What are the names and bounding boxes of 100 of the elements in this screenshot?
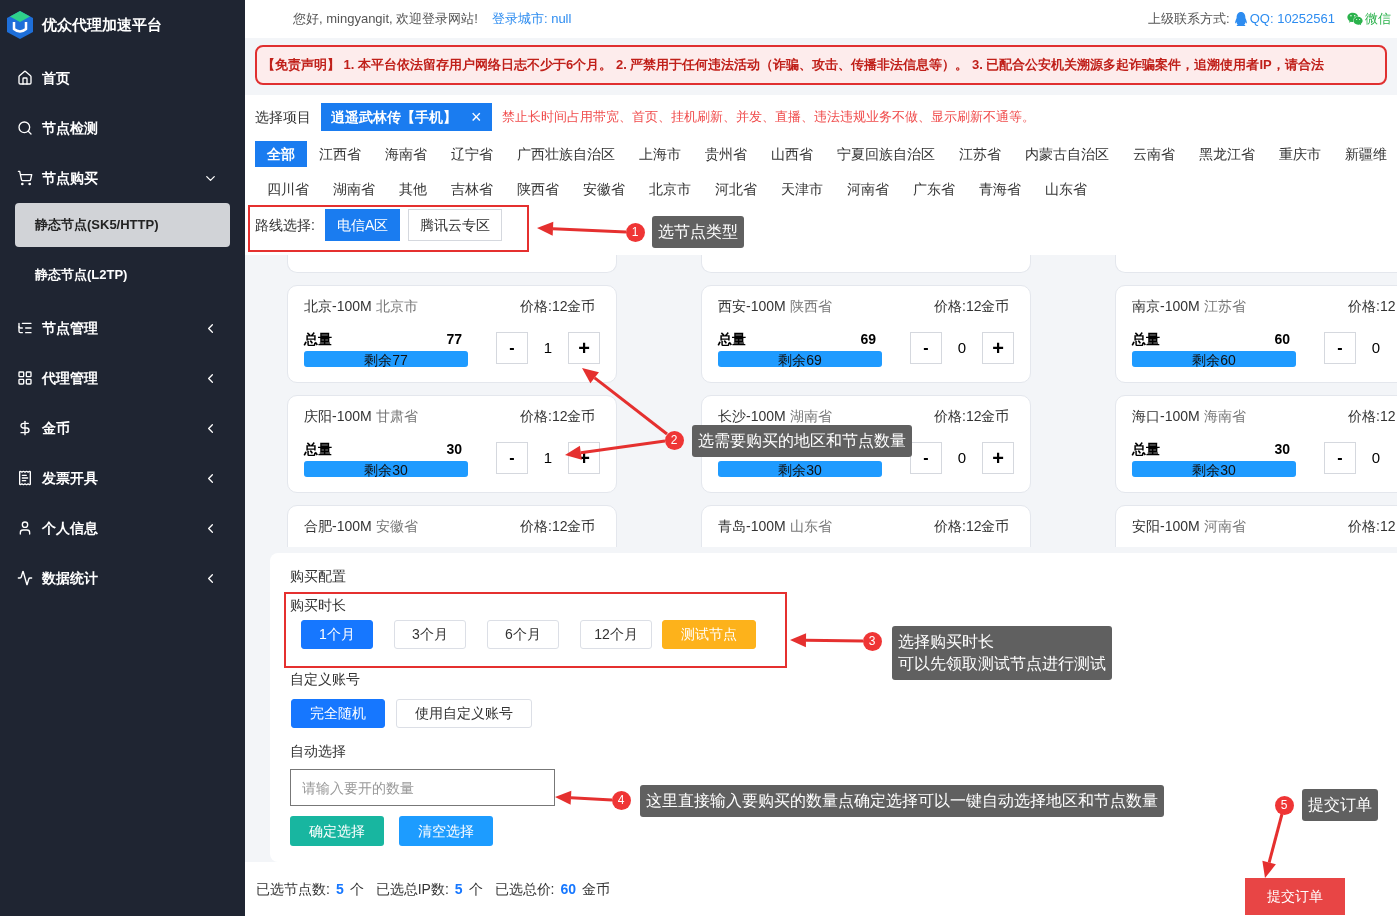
- arrow: [1262, 813, 1284, 878]
- node-region: 安徽省: [375, 517, 418, 536]
- decrement-button[interactable]: -: [910, 442, 942, 474]
- section-title: 购买配置: [290, 567, 347, 586]
- region-chip[interactable]: 江苏省: [947, 141, 1013, 167]
- region-chip[interactable]: 河南省: [835, 176, 901, 202]
- summary-unit: 个: [468, 879, 483, 899]
- total-value: 30: [1274, 440, 1290, 459]
- total-value: 30: [446, 440, 462, 459]
- route-label: 路线选择:: [255, 215, 315, 235]
- region-chip[interactable]: 四川省: [255, 176, 321, 202]
- node-region: 河南省: [1203, 517, 1246, 536]
- decrement-button[interactable]: -: [496, 442, 528, 474]
- increment-button[interactable]: +: [982, 332, 1014, 364]
- summary-value: 60: [560, 879, 577, 899]
- account-option[interactable]: 使用自定义账号: [396, 699, 532, 728]
- sidebar-item[interactable]: 节点购买: [0, 153, 245, 203]
- region-chip[interactable]: 贵州省: [693, 141, 759, 167]
- user-icon: [17, 520, 33, 536]
- summary-label: 已选总IP数:: [375, 879, 449, 899]
- region-chip[interactable]: 海南省: [373, 141, 439, 167]
- region-chip[interactable]: 吉林省: [439, 176, 505, 202]
- sidebar-item[interactable]: 发票开具: [0, 453, 245, 503]
- project-notice: 禁止长时间占用带宽、首页、挂机刷新、并发、直播、违法违规业务不做、显示刷新不通等。: [501, 108, 1035, 127]
- region-chip[interactable]: 青海省: [967, 176, 1033, 202]
- region-chip[interactable]: 陕西省: [505, 176, 571, 202]
- sidebar-item[interactable]: 节点检测: [0, 103, 245, 153]
- region-chip[interactable]: 宁夏回族自治区: [825, 141, 947, 167]
- increment-button[interactable]: +: [982, 442, 1014, 474]
- node-title: 安阳-100M: [1132, 517, 1200, 536]
- region-chip[interactable]: 广西壮族自治区: [505, 141, 627, 167]
- region-chip[interactable]: 湖南省: [321, 176, 387, 202]
- submenu-item[interactable]: 静态节点(L2TP): [15, 253, 230, 297]
- region-chip[interactable]: 山西省: [759, 141, 825, 167]
- summary-label: 已选总价:: [494, 879, 555, 899]
- route-option[interactable]: 腾讯云专区: [408, 209, 503, 241]
- penguin-icon: [1233, 12, 1248, 26]
- quantity-value: 0: [1370, 337, 1382, 358]
- region-chip[interactable]: 其他: [387, 176, 439, 202]
- region-chip[interactable]: 重庆市: [1267, 141, 1333, 167]
- account-option[interactable]: 完全随机: [291, 699, 385, 728]
- region-chip[interactable]: 安徽省: [571, 176, 637, 202]
- region-chip[interactable]: 山东省: [1033, 176, 1099, 202]
- quantity-value: 1: [542, 337, 554, 358]
- region-chip[interactable]: 江西省: [307, 141, 373, 167]
- node-region: 江苏省: [1203, 297, 1246, 316]
- region-chip[interactable]: 全部: [255, 141, 307, 167]
- callout-label: 这里直接输入要购买的数量点确定选择可以一键自动选择地区和节点数量: [640, 785, 1164, 817]
- duration-option[interactable]: 1个月: [301, 620, 373, 649]
- summary-unit: 个: [349, 879, 364, 899]
- node-region: 海南省: [1203, 407, 1246, 426]
- quantity-value: 0: [956, 337, 968, 358]
- region-chip[interactable]: 广东省: [901, 176, 967, 202]
- submit-order-button[interactable]: 提交订单: [1245, 877, 1345, 915]
- node-price: 价格:12金币: [934, 407, 1011, 426]
- qq-contact[interactable]: QQ: 10252561: [1249, 9, 1335, 29]
- region-chip[interactable]: 北京市: [637, 176, 703, 202]
- region-chip[interactable]: 河北省: [703, 176, 769, 202]
- decrement-button[interactable]: -: [910, 332, 942, 364]
- duration-option[interactable]: 12个月: [580, 620, 652, 649]
- callout-label: 选择购买时长 可以先领取测试节点进行测试: [892, 626, 1112, 680]
- callout-label: 选需要购买的地区和节点数量: [692, 425, 912, 457]
- project-tag[interactable]: 逍遥武林传【手机】 ×: [321, 103, 492, 131]
- sidebar-item[interactable]: 首页: [0, 53, 245, 103]
- quantity-input[interactable]: 请输入要开的数量: [290, 769, 555, 806]
- submenu-item[interactable]: 静态节点(SK5/HTTP): [15, 203, 230, 247]
- increment-button[interactable]: +: [568, 332, 600, 364]
- region-chip[interactable]: 黑龙江省: [1187, 141, 1267, 167]
- duration-option[interactable]: 6个月: [487, 620, 559, 649]
- sidebar-item[interactable]: 金币: [0, 403, 245, 453]
- total-label: 总量: [1132, 330, 1160, 349]
- node-title: 长沙-100M: [718, 407, 786, 426]
- region-chip[interactable]: 内蒙古自治区: [1013, 141, 1121, 167]
- decrement-button[interactable]: -: [1324, 442, 1356, 474]
- decrement-button[interactable]: -: [1324, 332, 1356, 364]
- grid-icon: [17, 370, 33, 386]
- node-price: 价格:12金币: [934, 297, 1011, 316]
- total-value: 60: [1274, 330, 1290, 349]
- region-chip[interactable]: 上海市: [627, 141, 693, 167]
- node-title: 合肥-100M: [304, 517, 372, 536]
- login-city-link[interactable]: 登录城市: null: [491, 9, 572, 29]
- route-option[interactable]: 电信A区: [324, 209, 401, 241]
- region-chip[interactable]: 辽宁省: [439, 141, 505, 167]
- duration-option[interactable]: 3个月: [394, 620, 466, 649]
- decrement-button[interactable]: -: [496, 332, 528, 364]
- disclaimer-banner: 【免责声明】 1. 本平台依法留存用户网络日志不少于6个月。 2. 严禁用于任何违法活动（诈骗、攻击、传播非法信息等）。 3. 已配合公安机关溯源多起诈骗案件，追溯使用者IP，请合法: [255, 45, 1387, 85]
- region-chip[interactable]: 新疆维: [1333, 141, 1397, 167]
- sidebar-item[interactable]: 数据统计: [0, 553, 245, 603]
- summary-label: 已选节点数:: [256, 879, 330, 899]
- sidebar-item[interactable]: 节点管理: [0, 303, 245, 353]
- receipt-icon: [17, 470, 33, 486]
- duration-label: 购买时长: [290, 596, 347, 615]
- node-price: 价格:12: [1348, 297, 1397, 316]
- close-icon[interactable]: ×: [471, 103, 482, 131]
- total-label: 总量: [304, 330, 332, 349]
- region-chip[interactable]: 云南省: [1121, 141, 1187, 167]
- sidebar-item[interactable]: 代理管理: [0, 353, 245, 403]
- quantity-value: 1: [542, 447, 554, 468]
- region-chip[interactable]: 天津市: [769, 176, 835, 202]
- sidebar-item[interactable]: 个人信息: [0, 503, 245, 553]
